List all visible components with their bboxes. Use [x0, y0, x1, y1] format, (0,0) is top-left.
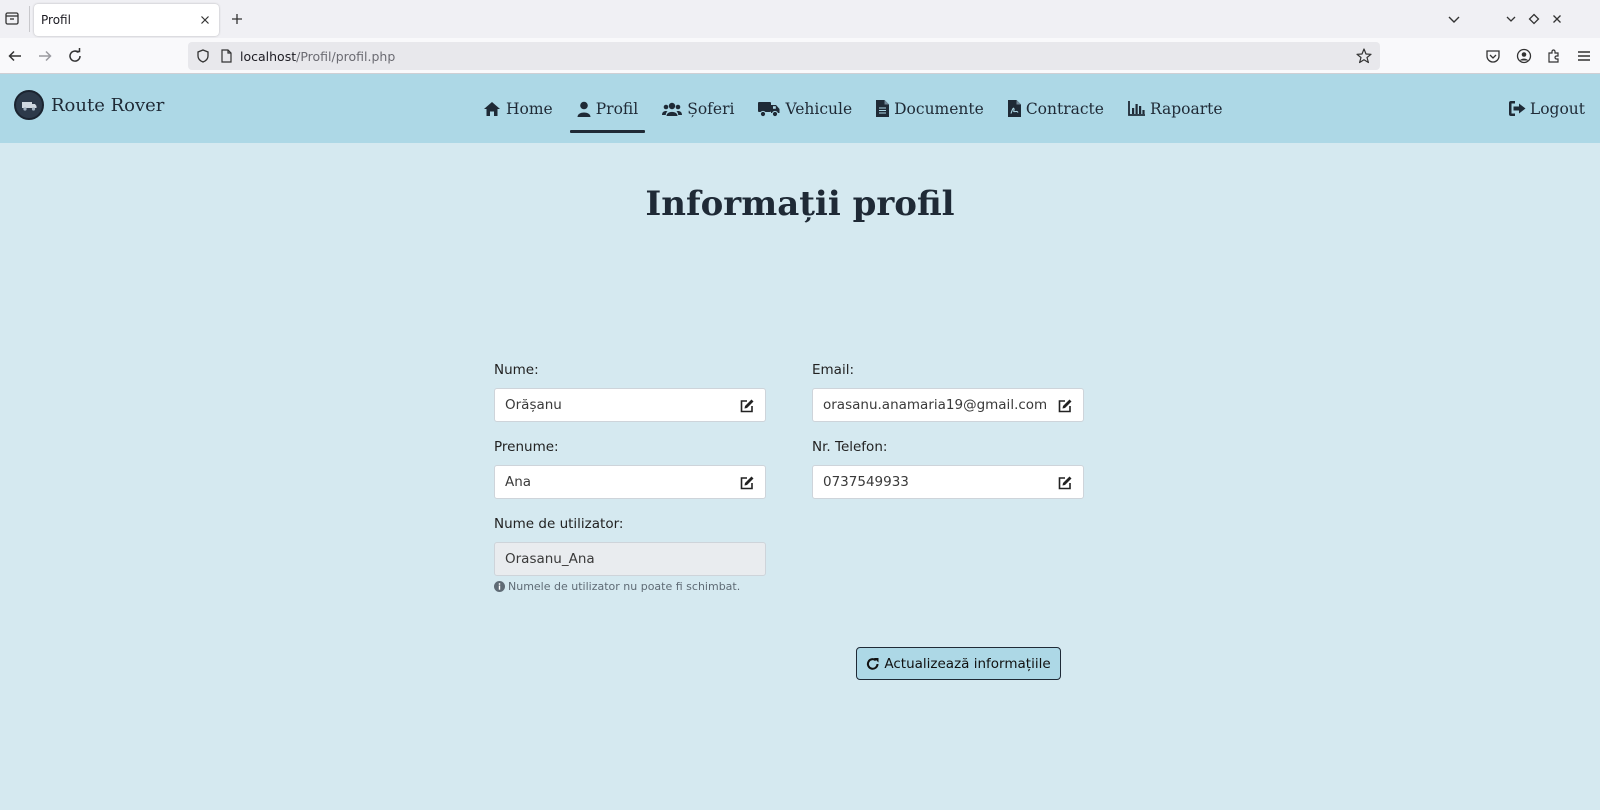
telefon-field-wrapper: [812, 465, 1084, 499]
nav-item-documente[interactable]: Documente: [869, 74, 991, 143]
logout-icon: [1508, 101, 1526, 116]
reload-icon[interactable]: [66, 47, 84, 65]
url-host: localhost: [240, 49, 297, 64]
nav-item-label: Șoferi: [687, 99, 735, 118]
update-info-label: Actualizează informațiile: [884, 655, 1051, 672]
extensions-icon[interactable]: [1545, 47, 1563, 65]
nav-item-vehicule[interactable]: Vehicule: [751, 74, 859, 143]
users-icon: [662, 102, 683, 116]
nav-item-home[interactable]: Home: [476, 74, 560, 143]
username-hint-text: Numele de utilizator nu poate fi schimba…: [508, 580, 741, 593]
edit-icon[interactable]: [1057, 398, 1073, 414]
nav-item-label: Rapoarte: [1149, 99, 1223, 118]
address-bar[interactable]: localhost/Profil/profil.php: [188, 42, 1380, 70]
close-tab-icon[interactable]: [197, 12, 213, 28]
nav-item-profil[interactable]: Profil: [569, 74, 646, 143]
brand[interactable]: Route Rover: [14, 90, 164, 120]
truck-icon: [758, 101, 780, 117]
nav-item-soferi[interactable]: Șoferi: [655, 74, 741, 143]
forward-arrow-icon[interactable]: [36, 47, 54, 65]
user-icon: [577, 101, 591, 117]
url-path: /Profil/profil.php: [296, 49, 396, 64]
edit-icon[interactable]: [739, 475, 755, 491]
app-menu-icon[interactable]: [1575, 47, 1593, 65]
tab-separator: [29, 6, 30, 32]
close-window-icon[interactable]: [1549, 11, 1565, 27]
nav-item-contracte[interactable]: Contracte: [1001, 74, 1111, 143]
tab-title: Profil: [41, 13, 71, 27]
nav-item-rapoarte[interactable]: Rapoarte: [1121, 74, 1230, 143]
nume-input[interactable]: [495, 389, 765, 421]
nav-item-label: Profil: [595, 99, 639, 118]
username-input: [495, 543, 765, 575]
nav-item-label: Home: [506, 99, 553, 118]
pocket-icon[interactable]: [1484, 47, 1502, 65]
page-title: Informații profil: [645, 184, 955, 224]
logout-label: Logout: [1529, 99, 1585, 118]
bookmark-star-icon[interactable]: [1355, 47, 1373, 65]
nav-item-label: Vehicule: [785, 99, 853, 118]
redo-icon: [867, 657, 879, 670]
username-field-wrapper: [494, 542, 766, 576]
nume-field-wrapper: [494, 388, 766, 422]
prenume-field-wrapper: [494, 465, 766, 499]
email-field-wrapper: [812, 388, 1084, 422]
new-tab-icon[interactable]: [229, 11, 245, 27]
nume-label: Nume:: [494, 362, 539, 378]
minimize-icon[interactable]: [1503, 11, 1519, 27]
app-header: Route Rover Home Profil Șoferi Vehicule …: [0, 74, 1600, 143]
nav-item-label: Contracte: [1025, 99, 1104, 118]
account-icon[interactable]: [1515, 47, 1533, 65]
url-text: localhost/Profil/profil.php: [240, 49, 395, 64]
tab-overview-icon[interactable]: [4, 10, 20, 26]
route-rover-logo-icon: [14, 90, 44, 120]
main-nav: Home Profil Șoferi Vehicule Documente Co…: [476, 74, 1240, 143]
contract-icon: [1007, 100, 1021, 117]
logout-link[interactable]: Logout: [1508, 74, 1585, 143]
update-info-button[interactable]: Actualizează informațiile: [856, 647, 1061, 680]
list-all-tabs-icon[interactable]: [1446, 11, 1462, 27]
browser-toolbar: localhost/Profil/profil.php: [0, 38, 1600, 74]
email-label: Email:: [812, 362, 855, 378]
username-hint: Numele de utilizator nu poate fi schimba…: [494, 580, 740, 593]
browser-tab-active[interactable]: Profil: [34, 4, 219, 36]
nav-item-label: Documente: [894, 99, 984, 118]
username-label: Nume de utilizator:: [494, 516, 624, 532]
prenume-input[interactable]: [495, 466, 765, 498]
email-input[interactable]: [813, 389, 1083, 421]
page-info-icon[interactable]: [218, 48, 234, 64]
telefon-input[interactable]: [813, 466, 1083, 498]
home-icon: [484, 101, 500, 116]
telefon-label: Nr. Telefon:: [812, 439, 888, 455]
browser-tabstrip: Profil: [0, 0, 1600, 38]
chart-icon: [1128, 101, 1145, 116]
info-circle-icon: [494, 581, 505, 592]
maximize-icon[interactable]: [1526, 11, 1542, 27]
tracking-shield-icon[interactable]: [195, 48, 211, 64]
prenume-label: Prenume:: [494, 439, 559, 455]
back-arrow-icon[interactable]: [6, 47, 24, 65]
edit-icon[interactable]: [1057, 475, 1073, 491]
document-icon: [876, 100, 890, 117]
brand-name: Route Rover: [51, 94, 165, 116]
edit-icon[interactable]: [739, 398, 755, 414]
